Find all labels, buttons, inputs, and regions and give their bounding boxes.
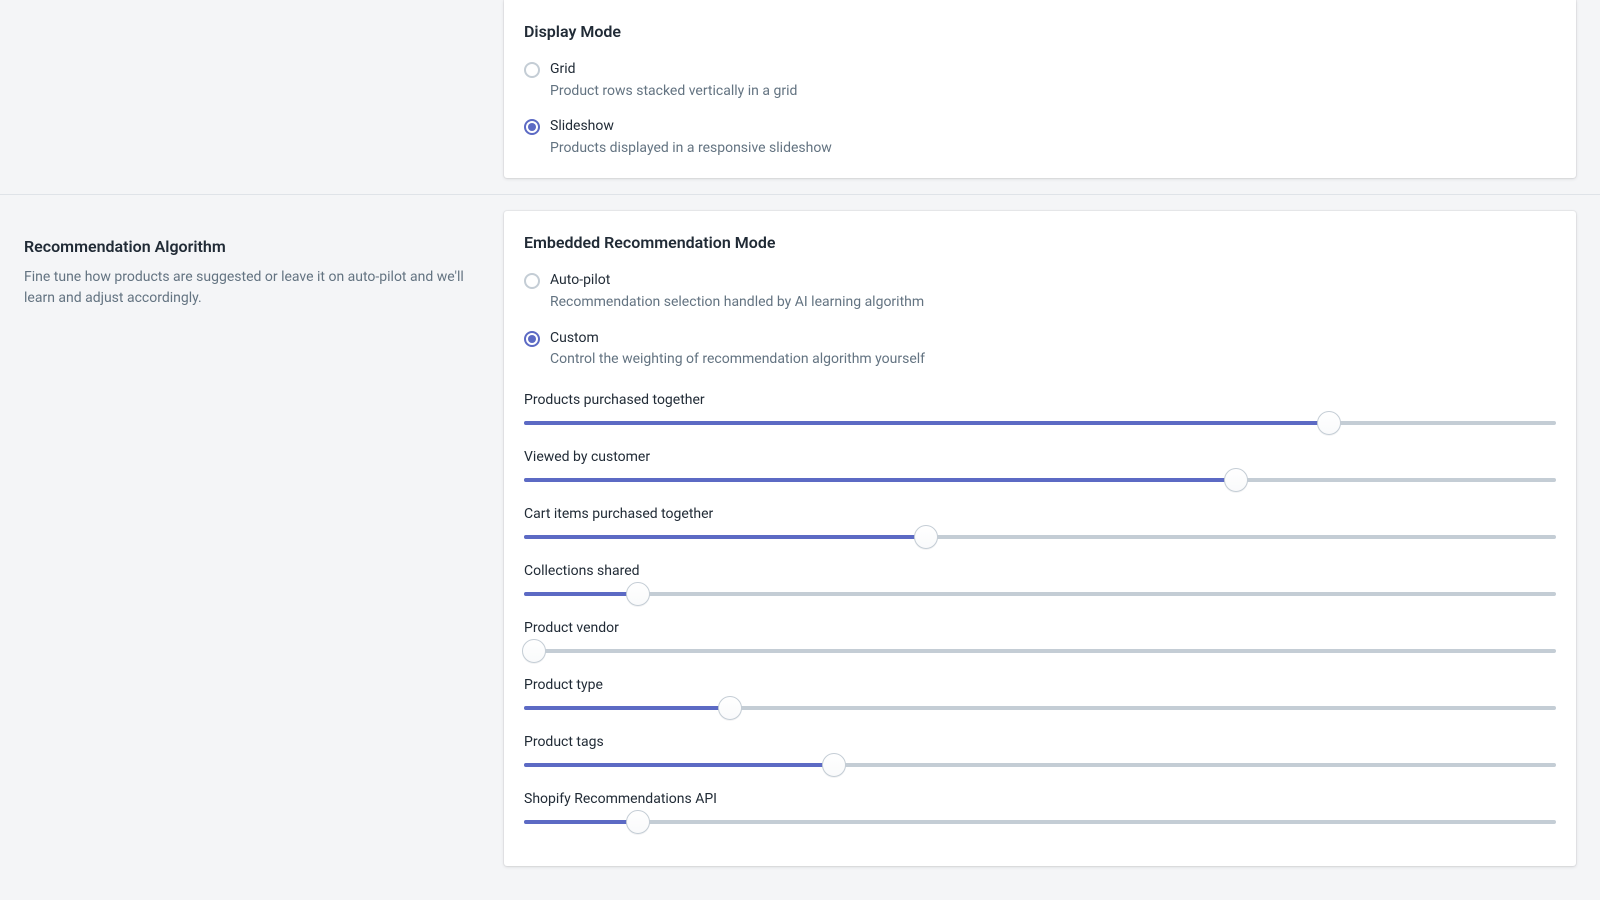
- slider-item: Collections shared: [524, 561, 1556, 596]
- recommendation-mode-card: Embedded Recommendation Mode Auto-pilot …: [504, 211, 1576, 865]
- radio-autopilot-label: Auto-pilot: [550, 271, 924, 291]
- slider-label: Product tags: [524, 732, 1556, 753]
- algorithm-section-desc: Fine tune how products are suggested or …: [24, 267, 480, 309]
- slider-thumb[interactable]: [1317, 411, 1341, 435]
- slider-fill: [524, 421, 1329, 425]
- slider-track[interactable]: [524, 649, 1556, 653]
- slider-label: Product vendor: [524, 618, 1556, 639]
- slider-item: Product vendor: [524, 618, 1556, 653]
- slider-item: Cart items purchased together: [524, 504, 1556, 539]
- slider-track[interactable]: [524, 535, 1556, 539]
- slider-item: Product type: [524, 675, 1556, 710]
- slider-thumb[interactable]: [718, 696, 742, 720]
- recommendation-mode-title: Embedded Recommendation Mode: [524, 231, 1556, 255]
- recommendation-mode-option-autopilot[interactable]: Auto-pilot Recommendation selection hand…: [524, 271, 1556, 312]
- slider-fill: [524, 535, 926, 539]
- display-mode-title: Display Mode: [524, 20, 1556, 44]
- radio-slideshow[interactable]: [524, 119, 540, 135]
- slider-thumb[interactable]: [522, 639, 546, 663]
- radio-custom-label: Custom: [550, 329, 925, 349]
- radio-grid-desc: Product rows stacked vertically in a gri…: [550, 82, 797, 102]
- slider-thumb[interactable]: [822, 753, 846, 777]
- radio-grid[interactable]: [524, 62, 540, 78]
- slider-label: Product type: [524, 675, 1556, 696]
- recommendation-mode-option-custom[interactable]: Custom Control the weighting of recommen…: [524, 329, 1556, 370]
- algorithm-section-title: Recommendation Algorithm: [24, 235, 480, 259]
- slider-track[interactable]: [524, 820, 1556, 824]
- slider-thumb[interactable]: [914, 525, 938, 549]
- radio-custom[interactable]: [524, 331, 540, 347]
- radio-custom-desc: Control the weighting of recommendation …: [550, 350, 925, 370]
- display-mode-option-grid[interactable]: Grid Product rows stacked vertically in …: [524, 60, 1556, 101]
- radio-slideshow-label: Slideshow: [550, 117, 832, 137]
- slider-fill: [524, 763, 834, 767]
- slider-track[interactable]: [524, 706, 1556, 710]
- slider-label: Viewed by customer: [524, 447, 1556, 468]
- slider-item: Shopify Recommendations API: [524, 789, 1556, 824]
- radio-autopilot-desc: Recommendation selection handled by AI l…: [550, 293, 924, 313]
- display-mode-card: Display Mode Grid Product rows stacked v…: [504, 0, 1576, 178]
- slider-label: Shopify Recommendations API: [524, 789, 1556, 810]
- slider-fill: [524, 706, 730, 710]
- slider-track[interactable]: [524, 478, 1556, 482]
- slider-label: Collections shared: [524, 561, 1556, 582]
- radio-autopilot[interactable]: [524, 273, 540, 289]
- slider-thumb[interactable]: [626, 810, 650, 834]
- slider-item: Products purchased together: [524, 390, 1556, 425]
- slider-item: Viewed by customer: [524, 447, 1556, 482]
- slider-fill: [524, 820, 638, 824]
- slider-label: Products purchased together: [524, 390, 1556, 411]
- display-mode-option-slideshow[interactable]: Slideshow Products displayed in a respon…: [524, 117, 1556, 158]
- radio-grid-label: Grid: [550, 60, 797, 80]
- slider-thumb[interactable]: [626, 582, 650, 606]
- slider-track[interactable]: [524, 421, 1556, 425]
- slider-fill: [524, 592, 638, 596]
- radio-slideshow-desc: Products displayed in a responsive slide…: [550, 139, 832, 159]
- slider-item: Product tags: [524, 732, 1556, 767]
- slider-fill: [524, 478, 1236, 482]
- sliders-container: Products purchased together Viewed by cus…: [524, 390, 1556, 824]
- slider-track[interactable]: [524, 592, 1556, 596]
- slider-track[interactable]: [524, 763, 1556, 767]
- section-divider: [0, 194, 1600, 195]
- slider-thumb[interactable]: [1224, 468, 1248, 492]
- slider-label: Cart items purchased together: [524, 504, 1556, 525]
